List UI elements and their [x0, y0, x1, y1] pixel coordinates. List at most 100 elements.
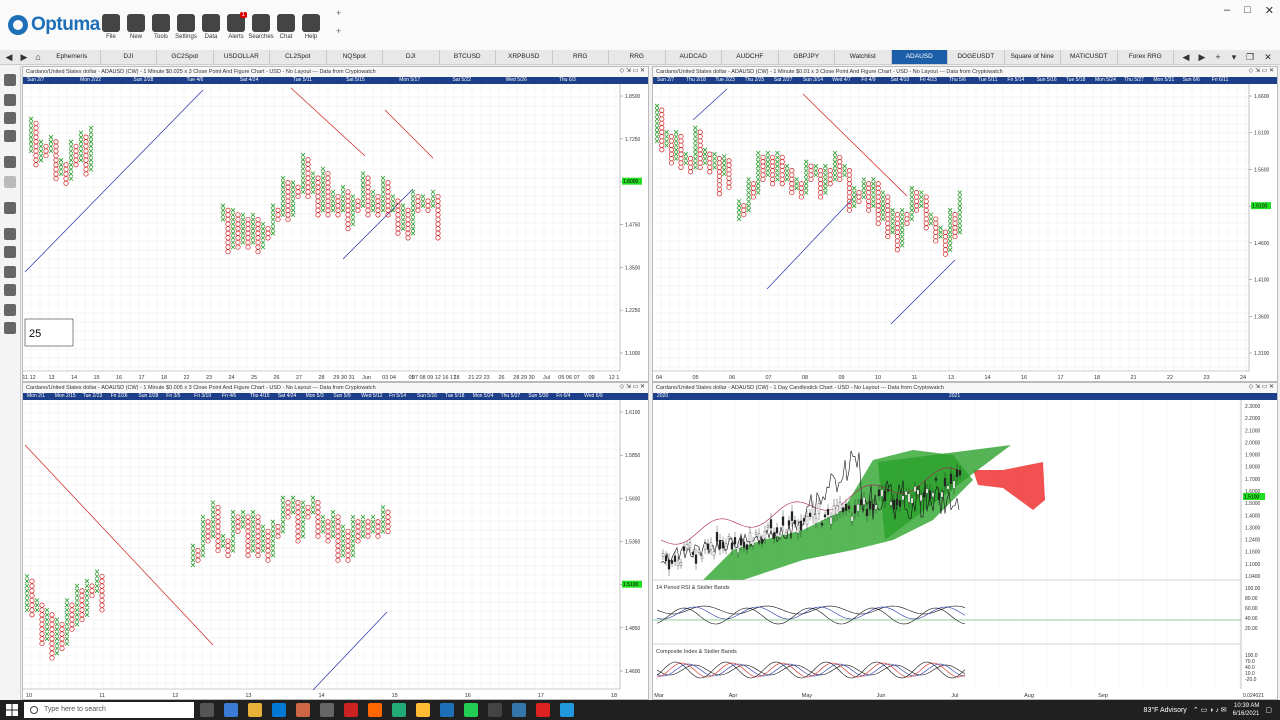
pnf-chart-panel-005[interactable]: Cardano/United States dollar - ADAUSD (C…: [22, 382, 649, 700]
tab-btcusd[interactable]: BTCUSD: [440, 50, 496, 64]
panel-controls[interactable]: ◇ ⇲ ▭ ✕: [1249, 67, 1274, 74]
tab-dji[interactable]: DJI: [101, 50, 157, 64]
tab-watchlist[interactable]: Watchlist: [835, 50, 892, 64]
tab-square-of-nine[interactable]: Square of Nine: [1005, 50, 1061, 64]
acrobat-icon[interactable]: [536, 703, 550, 717]
optuma-taskbar-icon[interactable]: [440, 703, 454, 717]
tools-button[interactable]: Tools: [148, 14, 174, 48]
chart-area[interactable]: 1.6100 1.5850 1.5600 1.5350 1.5100 1.4850 1.46…: [23, 400, 648, 699]
pnf-x-mark: [664, 134, 669, 139]
tab-maticusdt[interactable]: MATICUSDT: [1061, 50, 1118, 64]
tabs-restore-button[interactable]: ❐: [1244, 51, 1256, 63]
draw-line-icon[interactable]: [4, 202, 16, 214]
chart-area[interactable]: 2.3000 2.2000 2.1000 2.0000 1.9000 1.8000 1.70…: [653, 400, 1277, 699]
panel-controls[interactable]: ◇ ⇲ ▭ ✕: [1249, 383, 1274, 390]
alerts-button[interactable]: 1 Alerts: [223, 12, 249, 48]
tabs-menu-button[interactable]: ▾: [1228, 51, 1240, 63]
notifications-icon[interactable]: ▢: [1265, 706, 1272, 714]
maximize-button[interactable]: □: [1244, 4, 1251, 17]
store-icon[interactable]: [296, 703, 310, 717]
new-button[interactable]: New: [123, 14, 149, 48]
tabs-close-button[interactable]: ✕: [1262, 51, 1274, 63]
weather-widget[interactable]: 83°F Advisory: [1144, 707, 1187, 714]
app-icon[interactable]: [392, 703, 406, 717]
tab-rrg[interactable]: RRG: [609, 50, 666, 64]
checklist-icon[interactable]: [4, 322, 16, 334]
tab-nqspot[interactable]: NQSpot: [327, 50, 383, 64]
data-button[interactable]: Data: [198, 14, 224, 48]
spotify-icon[interactable]: [464, 703, 478, 717]
add-toolbar-row-button[interactable]: +: [336, 26, 341, 36]
windows-start-icon[interactable]: [6, 704, 18, 716]
tabs-prev-button[interactable]: ◀: [1180, 51, 1192, 63]
candle-body: [766, 525, 770, 528]
candle-body: [721, 541, 725, 549]
paint-icon[interactable]: [4, 284, 16, 296]
tab-dji[interactable]: DJI: [383, 50, 440, 64]
file-explorer-icon[interactable]: [248, 703, 262, 717]
pnf-o-mark: [305, 514, 311, 520]
list-icon[interactable]: [4, 74, 16, 86]
close-button[interactable]: ✕: [1265, 4, 1274, 17]
pnf-o-mark: [49, 636, 55, 642]
tab-xrpbusd[interactable]: XRPBUSD: [496, 50, 553, 64]
pnf-o-mark: [295, 189, 301, 195]
panel-controls[interactable]: ◇ ⇲ ▭ ✕: [620, 383, 645, 390]
tab-adausd[interactable]: ADAUSD: [891, 50, 948, 64]
chart-area[interactable]: 1.6600 1.6100 1.5600 1.5100 1.4600 1.4100 1.36…: [653, 84, 1277, 381]
home-icon[interactable]: ⌂: [32, 51, 44, 63]
panel-controls[interactable]: ◇ ⇲ ▭ ✕: [620, 67, 645, 74]
tabs-add-button[interactable]: +: [1212, 51, 1224, 63]
grid-snap-icon[interactable]: [4, 266, 16, 278]
file-button[interactable]: File: [98, 14, 124, 48]
undo-icon[interactable]: [4, 156, 16, 168]
tabs-next-button[interactable]: ▶: [1196, 51, 1208, 63]
calculator-icon[interactable]: [320, 703, 334, 717]
brave-icon[interactable]: [368, 703, 382, 717]
layout-icon[interactable]: [4, 304, 16, 316]
tab-forex-rrg[interactable]: Forex RRG: [1118, 50, 1174, 64]
tab-audchf[interactable]: AUDCHF: [722, 50, 779, 64]
y-tick-label: 1.9000: [1245, 453, 1261, 459]
tab-scroll-left-button[interactable]: ◀: [3, 51, 15, 63]
tab-cl2spot[interactable]: CL2Spot: [270, 50, 327, 64]
chart-area[interactable]: 1.8500 1.7250 1.6000 1.4750 1.3500 1.2250 1.10…: [23, 84, 648, 381]
tray-icons[interactable]: ⌃ ▭ ◑ ♪ ✉: [1193, 706, 1227, 714]
tab-ephemeris[interactable]: Ephemeris: [44, 50, 101, 64]
redo-icon[interactable]: [4, 176, 16, 188]
lock-icon[interactable]: [4, 246, 16, 258]
chat-button[interactable]: Chat: [273, 14, 299, 48]
taskbar-clock[interactable]: 10:39 AM 6/16/2021: [1233, 702, 1260, 718]
help-button[interactable]: Help: [298, 14, 324, 48]
pnf-chart-panel-025[interactable]: Cardano/United States dollar - ADAUSD (C…: [22, 66, 649, 382]
open-folder-icon[interactable]: [4, 94, 16, 106]
tab-usdollar[interactable]: USDOLLAR: [214, 50, 270, 64]
tab-audcad[interactable]: AUDCAD: [666, 50, 722, 64]
minimize-button[interactable]: –: [1224, 4, 1230, 17]
candlestick-chart-panel[interactable]: Cardano/United States dollar - ADAUSD (C…: [652, 382, 1278, 700]
edge-icon[interactable]: [224, 703, 238, 717]
terminal-icon[interactable]: [488, 703, 502, 717]
taskbar-search-input[interactable]: Type here to search: [24, 702, 194, 718]
pnf-x-mark: [880, 212, 886, 217]
tab-gc2spot[interactable]: GC2Spot: [157, 50, 214, 64]
pnf-chart-panel-001[interactable]: Cardano/United States dollar - ADAUSD (C…: [652, 66, 1278, 382]
word-icon[interactable]: [512, 703, 526, 717]
tab-gbpjpy[interactable]: GBPJPY: [779, 50, 835, 64]
add-toolbar-item-button[interactable]: +: [336, 8, 341, 18]
save-icon[interactable]: [4, 112, 16, 124]
main-toolbar: Optuma File New Tools Settings Data 1 Ale…: [0, 0, 1280, 51]
chrome-icon[interactable]: [416, 703, 430, 717]
searches-button[interactable]: Searches: [248, 14, 274, 48]
crosshair-icon[interactable]: [4, 228, 16, 240]
tab-scroll-right-button[interactable]: ▶: [18, 51, 30, 63]
mail-icon[interactable]: [272, 703, 286, 717]
print-icon[interactable]: [4, 130, 16, 142]
task-view-icon[interactable]: [200, 703, 214, 717]
tab-dogeusdt[interactable]: DOGEUSDT: [948, 50, 1005, 64]
optuma-active-icon[interactable]: [560, 703, 574, 717]
tab-rrg[interactable]: RRG: [553, 50, 609, 64]
opera-icon[interactable]: [344, 703, 358, 717]
pnf-o-mark: [305, 161, 311, 167]
settings-button[interactable]: Settings: [173, 14, 199, 48]
